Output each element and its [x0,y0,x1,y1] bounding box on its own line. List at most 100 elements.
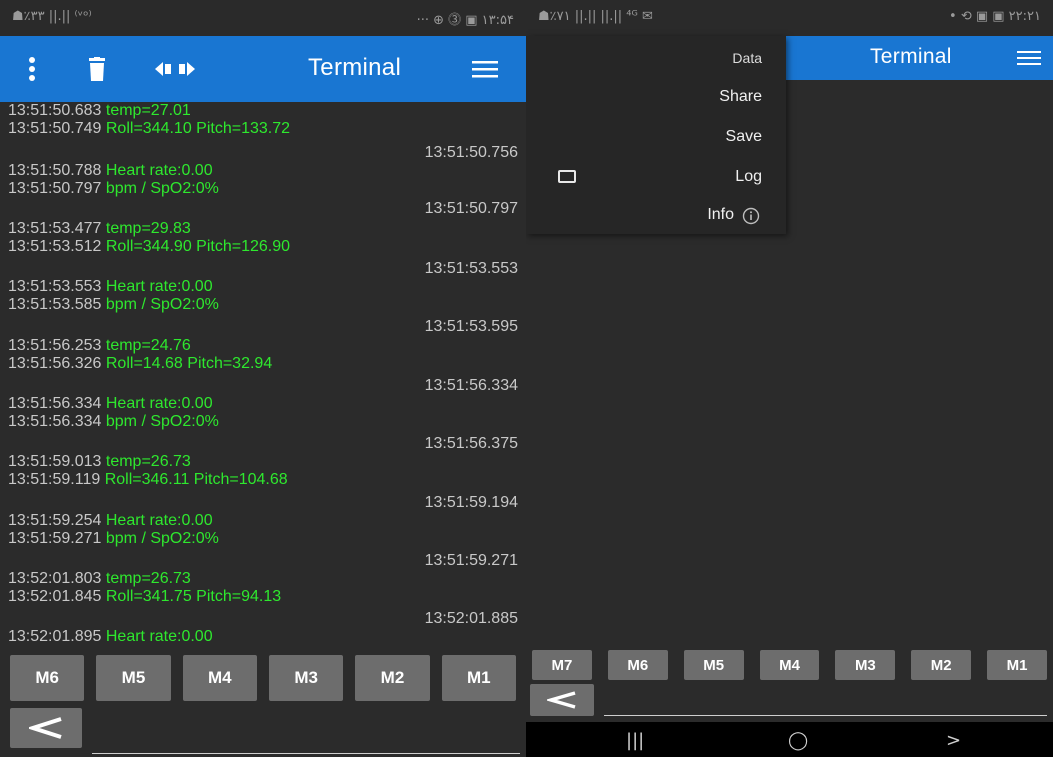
log-line: 13:51:53.512 Roll=344.90 Pitch=126.90 [8,238,290,256]
log-message: bpm / SpO2:0% [105,413,219,430]
sent-timestamp: 13:51:56.375 [424,435,518,452]
status-bar: ☗٪۷۱ ||.|| ||.|| ⁴ᴳ ✉ • ⟲ ▣ ▣ ۲۲:۲۱ [526,0,1053,36]
overflow-menu: Data Share Save Log Info [526,36,786,234]
log-timestamp: 13:51:50.683 [8,102,102,119]
log-line: 13:51:56.253 temp=24.76 [8,337,191,355]
log-message: Roll=344.10 Pitch=133.72 [105,120,291,137]
log-line: 13:51:59.119 Roll=346.11 Pitch=104.68 [8,471,288,489]
log-timestamp: 13:51:56.334 [8,395,102,412]
recent-apps-button[interactable]: ||| [626,730,644,751]
log-message: Heart rate:0.00 [105,512,213,529]
log-line: 13:51:50.749 Roll=344.10 Pitch=133.72 [8,120,290,138]
log-timestamp: 13:51:50.797 [8,180,102,197]
send-text-input[interactable] [604,686,1047,716]
log-message: Heart rate:0.00 [105,162,213,179]
macro-button-m5[interactable]: M5 [683,650,744,680]
log-timestamp: 13:51:50.749 [8,120,102,137]
status-right: • ⟲ ▣ ▣ ۲۲:۲۱ [949,9,1041,24]
status-bar: ☗٪۳۳ ||.|| ⁽ᵛᵒ⁾ ··· ⊕ ⓷ ▣ ۱۳:۵۴ [0,0,526,36]
log-timestamp: 13:52:01.803 [8,570,102,587]
log-timestamp: 13:52:01.845 [8,588,102,605]
log-message: temp=27.01 [105,102,191,119]
macro-button-m3[interactable]: M3 [268,655,344,701]
macro-button-m6[interactable]: M6 [10,655,85,701]
macro-bar: M7 M6 M5 M4 M3 M2 M1 [526,650,1053,680]
macro-button-m4[interactable]: M4 [182,655,257,701]
log-line: 13:51:59.013 temp=26.73 [8,453,191,471]
log-message: Heart rate:0.00 [105,628,213,645]
log-line: 13:51:56.334 bpm / SpO2:0% [8,413,219,431]
log-timestamp: 13:51:59.119 [8,471,101,488]
macro-button-m1[interactable]: M1 [441,655,516,701]
sent-timestamp: 13:51:50.797 [424,200,518,217]
sent-timestamp: 13:52:01.885 [424,610,518,627]
sent-timestamp: 13:51:59.271 [424,552,518,569]
page-title: Terminal [870,45,952,68]
app-bar: Terminal [0,36,526,102]
macro-bar: M6 M5 M4 M3 M2 M1 [0,655,526,701]
menu-item-save[interactable]: Save [726,128,762,146]
macro-button-m2[interactable]: M2 [355,655,430,701]
log-message: Roll=14.68 Pitch=32.94 [105,355,273,372]
send-arrow-icon [547,691,576,709]
menu-item-info[interactable]: Info [707,206,734,224]
back-button[interactable]: > [946,730,961,751]
log-line: 13:51:56.334 Heart rate:0.00 [8,395,213,413]
macro-button-m7[interactable]: M7 [532,650,592,680]
log-message: temp=26.73 [105,570,191,587]
log-timestamp: 13:51:59.271 [8,530,102,547]
log-line: 13:51:53.585 bpm / SpO2:0% [8,296,219,314]
log-timestamp: 13:51:56.334 [8,413,102,430]
send-button[interactable] [10,708,82,748]
log-timestamp: 13:51:53.512 [8,238,102,255]
home-button[interactable]: ◯ [788,730,808,751]
left-phone-screen: ☗٪۳۳ ||.|| ⁽ᵛᵒ⁾ ··· ⊕ ⓷ ▣ ۱۳:۵۴ Terminal… [0,0,526,757]
log-timestamp: 13:51:56.253 [8,337,102,354]
send-button[interactable] [530,684,594,716]
menu-header-data: Data [732,50,762,66]
log-timestamp: 13:52:01.895 [8,628,102,645]
log-timestamp: 13:51:53.477 [8,220,102,237]
log-line: 13:51:59.254 Heart rate:0.00 [8,512,213,530]
log-line: 13:51:50.797 bpm / SpO2:0% [8,180,219,198]
menu-item-share[interactable]: Share [719,88,762,106]
log-timestamp: 13:51:53.585 [8,296,102,313]
log-message: Heart rate:0.00 [105,278,213,295]
log-checkbox[interactable] [558,170,576,183]
log-line: 13:51:53.477 temp=29.83 [8,220,191,238]
right-phone-screen: ☗٪۷۱ ||.|| ||.|| ⁴ᴳ ✉ • ⟲ ▣ ▣ ۲۲:۲۱ Term… [526,0,1053,757]
menu-item-log[interactable]: Log [735,168,762,186]
macro-button-m4[interactable]: M4 [759,650,820,680]
log-line: 13:51:56.326 Roll=14.68 Pitch=32.94 [8,355,272,373]
macro-button-m6[interactable]: M6 [607,650,668,680]
macro-button-m5[interactable]: M5 [96,655,171,701]
log-line: 13:52:01.845 Roll=341.75 Pitch=94.13 [8,588,281,606]
log-message: temp=24.76 [105,337,191,354]
send-row [0,708,526,754]
log-message: Heart rate:0.00 [105,395,213,412]
log-timestamp: 13:51:59.013 [8,453,102,470]
log-line: 13:52:01.895 Heart rate:0.00 [8,628,213,646]
info-icon [742,207,760,225]
log-timestamp: 13:51:50.788 [8,162,102,179]
sent-timestamp: 13:51:59.194 [424,494,518,511]
log-line: 13:51:53.553 Heart rate:0.00 [8,278,213,296]
macro-button-m2[interactable]: M2 [911,650,972,680]
system-nav-bar: ||| ◯ > [526,722,1053,757]
log-message: temp=26.73 [105,453,191,470]
status-left: ☗٪۳۳ ||.|| ⁽ᵛᵒ⁾ [12,9,92,24]
page-title: Terminal [308,54,402,81]
log-line: 13:51:59.271 bpm / SpO2:0% [8,530,219,548]
macro-button-m3[interactable]: M3 [835,650,896,680]
more-vert-icon[interactable] [22,54,42,84]
bluetooth-connect-icon[interactable] [150,54,200,84]
send-text-input[interactable] [92,718,520,754]
hamburger-menu-icon[interactable] [470,56,500,82]
macro-button-m1[interactable]: M1 [987,650,1048,680]
log-message: Roll=341.75 Pitch=94.13 [105,588,282,605]
hamburger-menu-icon[interactable] [1014,46,1044,70]
sent-timestamp: 13:51:53.553 [424,260,518,277]
trash-icon[interactable] [84,54,110,84]
log-timestamp: 13:51:56.326 [8,355,102,372]
status-left: ☗٪۷۱ ||.|| ||.|| ⁴ᴳ ✉ [538,9,653,24]
